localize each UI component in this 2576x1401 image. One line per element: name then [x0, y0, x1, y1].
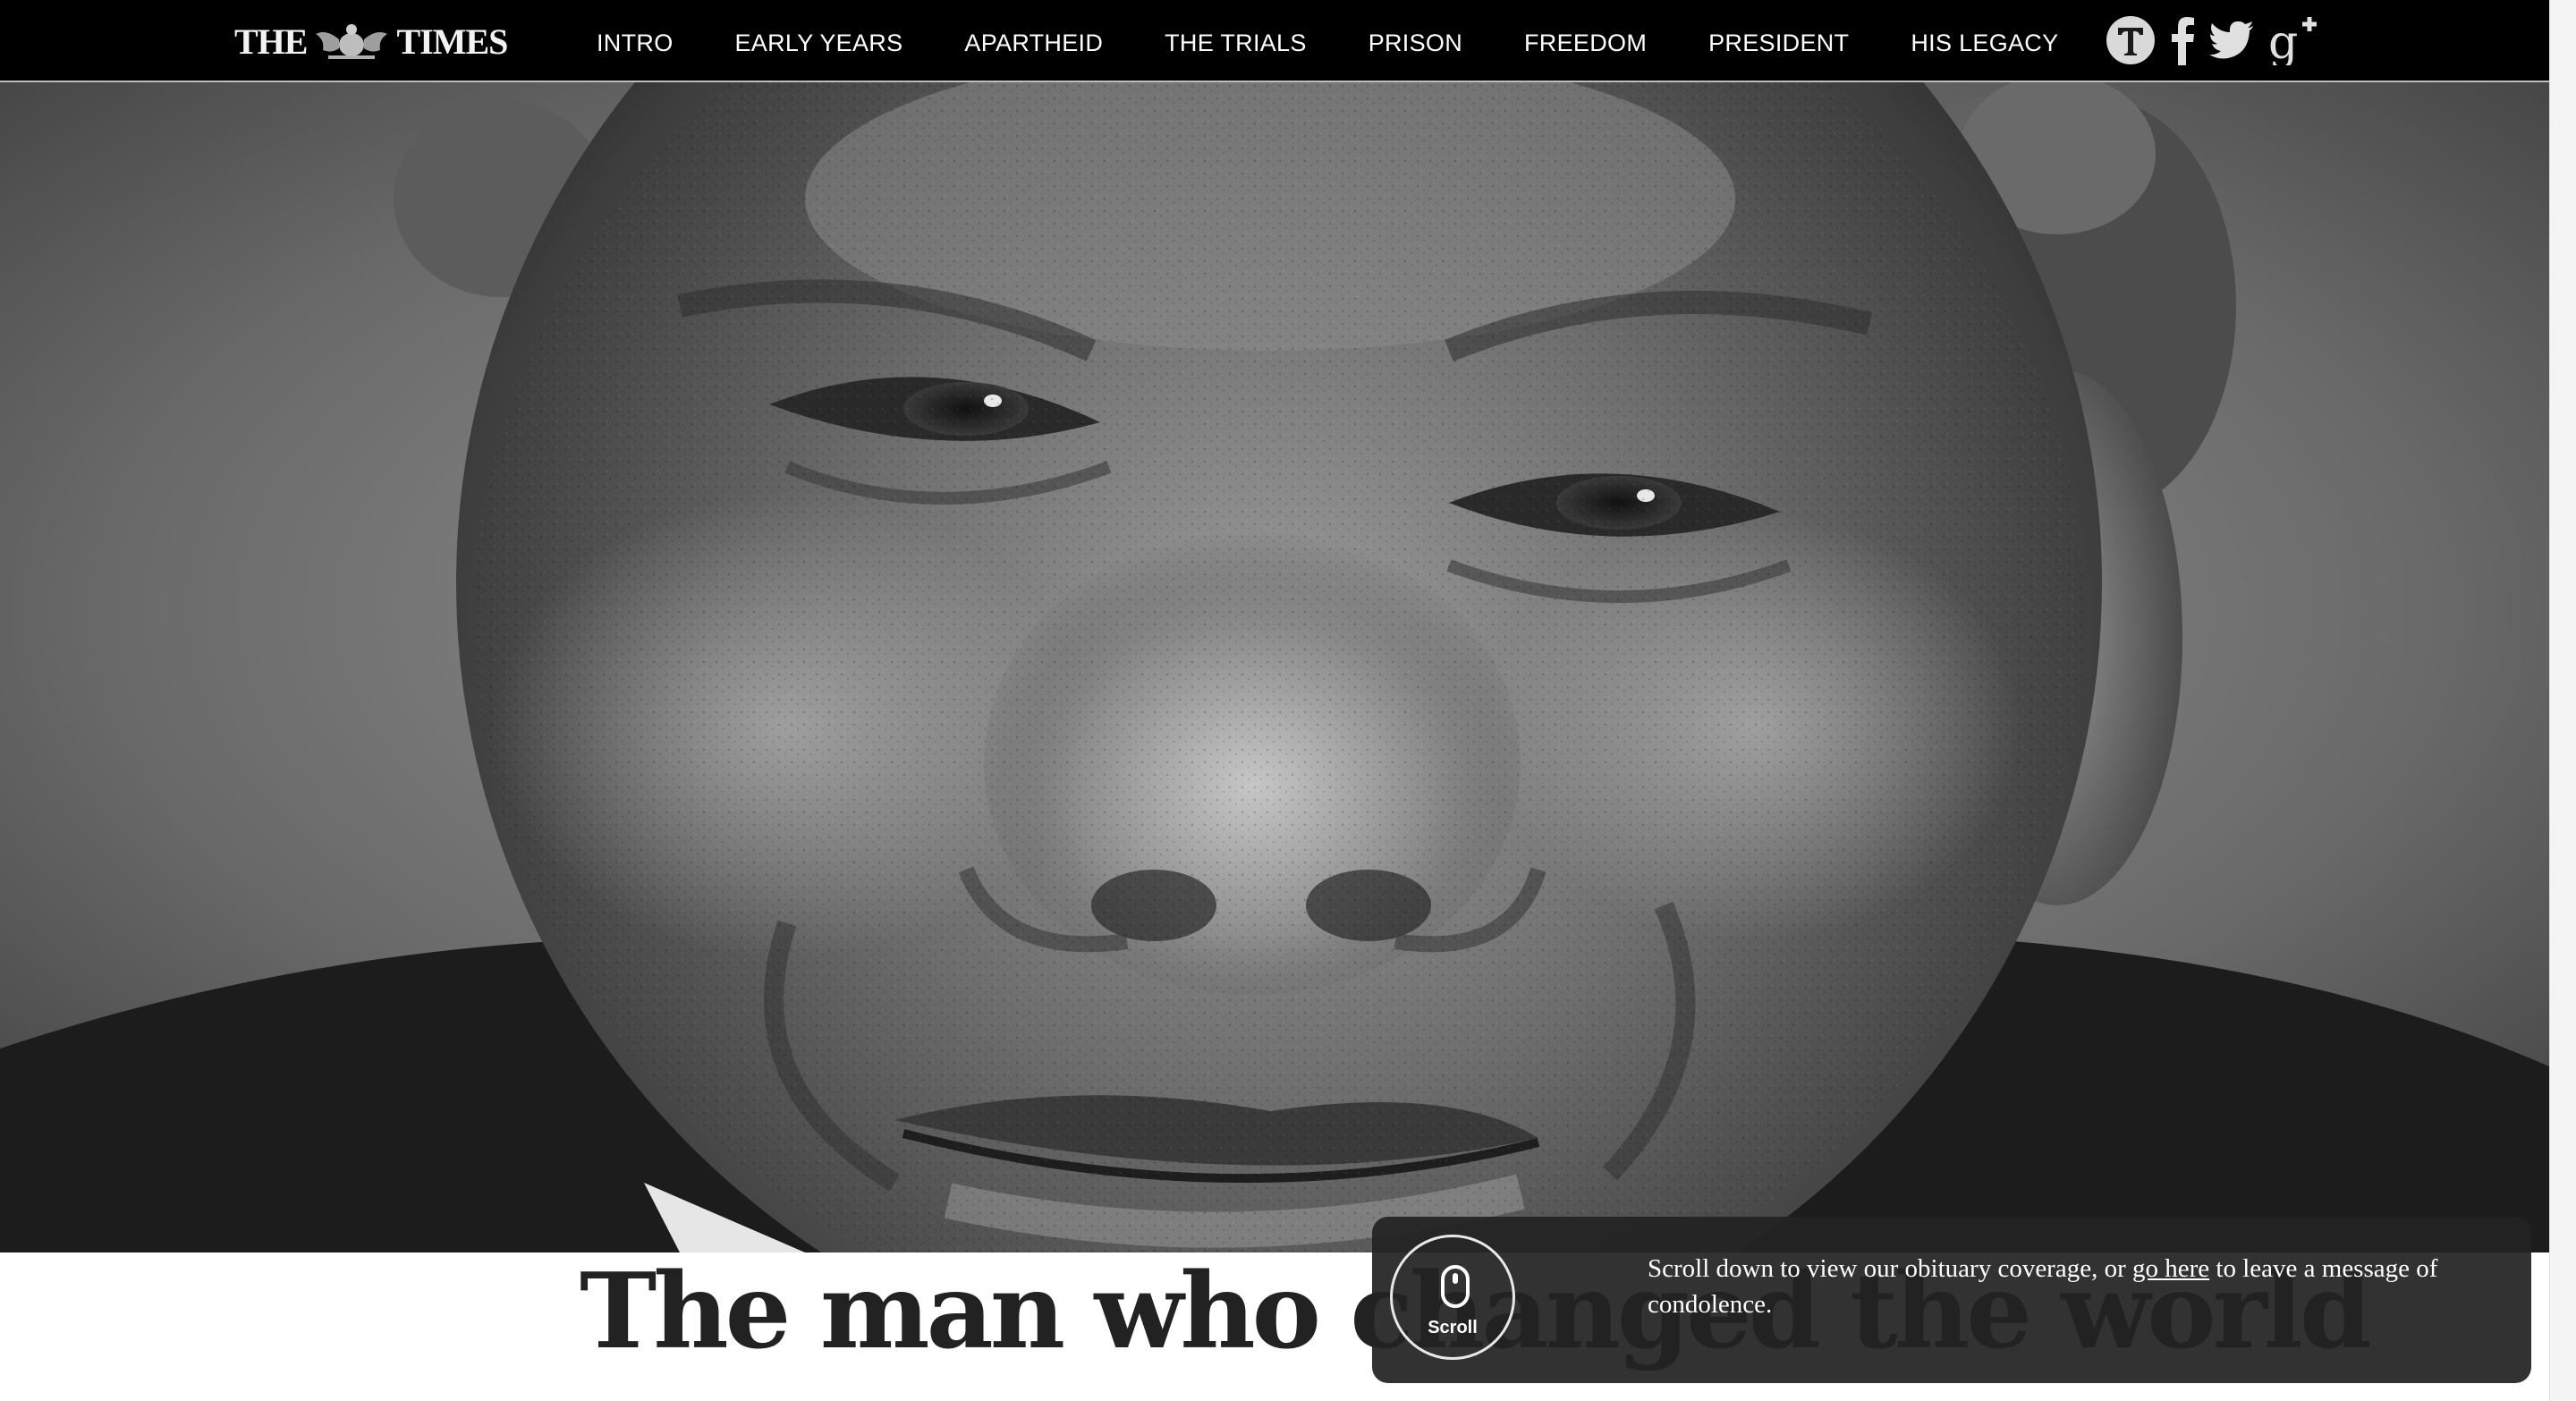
scroll-label: Scroll — [1428, 1318, 1478, 1337]
google-plus-icon[interactable]: g — [2268, 15, 2317, 65]
facebook-icon[interactable] — [2170, 15, 2195, 65]
the-times-logo[interactable]: THE TIMES — [234, 14, 508, 68]
nav-item-early-years[interactable]: EARLY YEARS — [735, 30, 903, 57]
nav-item-prison[interactable]: PRISON — [1368, 30, 1462, 57]
notice-text-before: Scroll down to view our obituary coverag… — [1648, 1254, 2132, 1283]
nav-item-apartheid[interactable]: APARTHEID — [964, 30, 1103, 57]
portrait-photo-icon — [0, 82, 2549, 1252]
notice-message: Scroll down to view our obituary coverag… — [1648, 1251, 2506, 1322]
vertical-scrollbar[interactable] — [2549, 0, 2576, 1401]
nav-item-president[interactable]: PRESIDENT — [1708, 30, 1849, 57]
nav-item-the-trials[interactable]: THE TRIALS — [1165, 30, 1307, 57]
nav-item-freedom[interactable]: FREEDOM — [1524, 30, 1647, 57]
hero-portrait-image — [0, 82, 2549, 1252]
top-navigation-bar: THE TIMES INTRO EARLY YEARS APARTHEID TH… — [0, 0, 2549, 82]
mouse-scroll-icon — [1441, 1265, 1470, 1308]
section-navigation: INTRO EARLY YEARS APARTHEID THE TRIALS P… — [597, 0, 2058, 86]
scroll-down-button[interactable]: Scroll — [1390, 1235, 1515, 1360]
royal-crest-icon — [316, 24, 388, 59]
social-share-links: g — [2106, 11, 2317, 70]
nav-item-his-legacy[interactable]: HIS LEGACY — [1911, 30, 2058, 57]
logo-text-the: THE — [234, 21, 308, 62]
logo-text-times: TIMES — [396, 21, 508, 62]
svg-text:g: g — [2268, 16, 2298, 65]
nav-item-intro[interactable]: INTRO — [597, 30, 674, 57]
twitter-icon[interactable] — [2209, 21, 2254, 59]
scroll-notice-banner: Scroll Scroll down to view our obituary … — [1372, 1217, 2531, 1383]
page: THE TIMES INTRO EARLY YEARS APARTHEID TH… — [0, 0, 2576, 1401]
times-t-icon[interactable] — [2106, 15, 2156, 65]
condolence-link[interactable]: go here — [2132, 1254, 2209, 1283]
